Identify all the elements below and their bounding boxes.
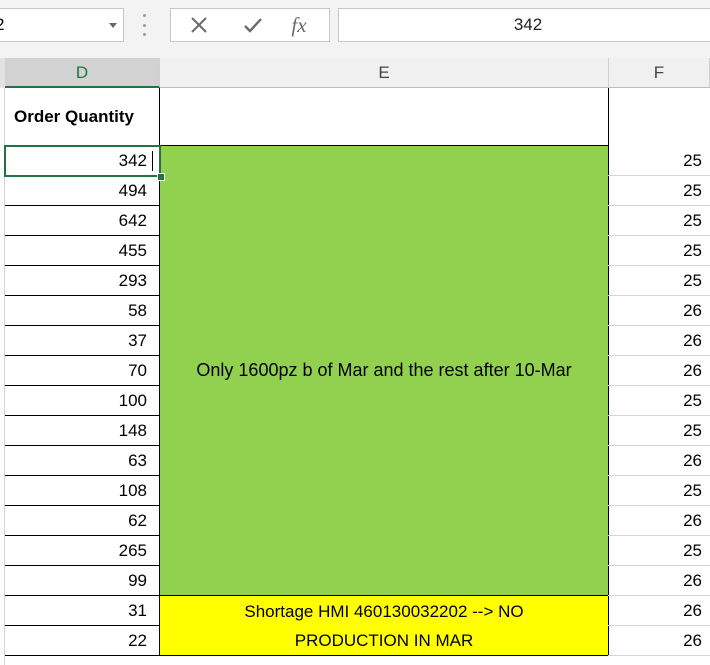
- order-quantity-cell[interactable]: 22: [5, 626, 160, 656]
- formula-bar: 2 fx 342: [0, 0, 710, 59]
- column-f-cell[interactable]: 25: [608, 476, 710, 506]
- cell-e-header[interactable]: [160, 88, 609, 146]
- column-f-cell[interactable]: 25: [608, 176, 710, 206]
- formula-buttons: fx: [170, 8, 330, 42]
- text-cursor: [152, 151, 153, 171]
- chevron-down-icon[interactable]: [109, 23, 117, 28]
- column-f-cell[interactable]: 25: [608, 416, 710, 446]
- column-header-f[interactable]: F: [609, 58, 710, 88]
- column-f-cell[interactable]: 26: [608, 626, 710, 656]
- order-quantity-cell[interactable]: 70: [5, 356, 160, 386]
- order-quantity-cell[interactable]: 62: [5, 506, 160, 536]
- column-f-cell[interactable]: 25: [608, 386, 710, 416]
- column-f-cell[interactable]: 25: [608, 266, 710, 296]
- column-f-cell[interactable]: 26: [608, 296, 710, 326]
- column-f-cell[interactable]: 26: [608, 326, 710, 356]
- order-quantity-cell[interactable]: 99: [5, 566, 160, 596]
- order-quantity-cell[interactable]: 342: [5, 146, 160, 176]
- column-header-e[interactable]: E: [160, 58, 609, 88]
- order-quantity-header[interactable]: Order Quantity: [5, 88, 160, 146]
- order-quantity-cell[interactable]: 58: [5, 296, 160, 326]
- merged-note-yellow[interactable]: Shortage HMI 460130032202 --> NO PRODUCT…: [160, 596, 609, 656]
- merged-note-green[interactable]: Only 1600pz b of Mar and the rest after …: [160, 146, 609, 596]
- order-quantity-cell[interactable]: 293: [5, 266, 160, 296]
- column-f-cell[interactable]: 25: [608, 146, 710, 176]
- order-quantity-cell[interactable]: 642: [5, 206, 160, 236]
- column-f-cell[interactable]: 26: [608, 506, 710, 536]
- name-box[interactable]: 2: [0, 8, 124, 42]
- resize-grip-icon[interactable]: [143, 14, 147, 36]
- order-quantity-cell[interactable]: 108: [5, 476, 160, 506]
- worksheet-grid: Order Quantity Only 1600pz b of Mar and …: [0, 88, 710, 665]
- column-f-cell[interactable]: 26: [608, 446, 710, 476]
- insert-function-button[interactable]: fx: [279, 11, 319, 39]
- fill-handle[interactable]: [157, 173, 165, 181]
- order-quantity-cell[interactable]: 455: [5, 236, 160, 266]
- order-quantity-cell[interactable]: 63: [5, 446, 160, 476]
- order-quantity-cell[interactable]: 31: [5, 596, 160, 626]
- name-box-value: 2: [0, 9, 4, 41]
- column-f-cell[interactable]: 26: [608, 566, 710, 596]
- column-f-cell[interactable]: 26: [608, 596, 710, 626]
- order-quantity-cell[interactable]: 148: [5, 416, 160, 446]
- column-f-cell[interactable]: 25: [608, 236, 710, 266]
- column-f-cell[interactable]: 25: [608, 536, 710, 566]
- column-f-cell[interactable]: 26: [608, 356, 710, 386]
- order-quantity-cell[interactable]: 265: [5, 536, 160, 566]
- column-header-d[interactable]: D: [5, 58, 160, 88]
- order-quantity-cell[interactable]: 100: [5, 386, 160, 416]
- formula-input[interactable]: 342: [338, 8, 710, 42]
- check-icon[interactable]: [233, 11, 273, 39]
- cancel-icon[interactable]: [179, 11, 219, 39]
- column-f-cell[interactable]: 25: [608, 206, 710, 236]
- order-quantity-cell[interactable]: 37: [5, 326, 160, 356]
- order-quantity-cell[interactable]: 494: [5, 176, 160, 206]
